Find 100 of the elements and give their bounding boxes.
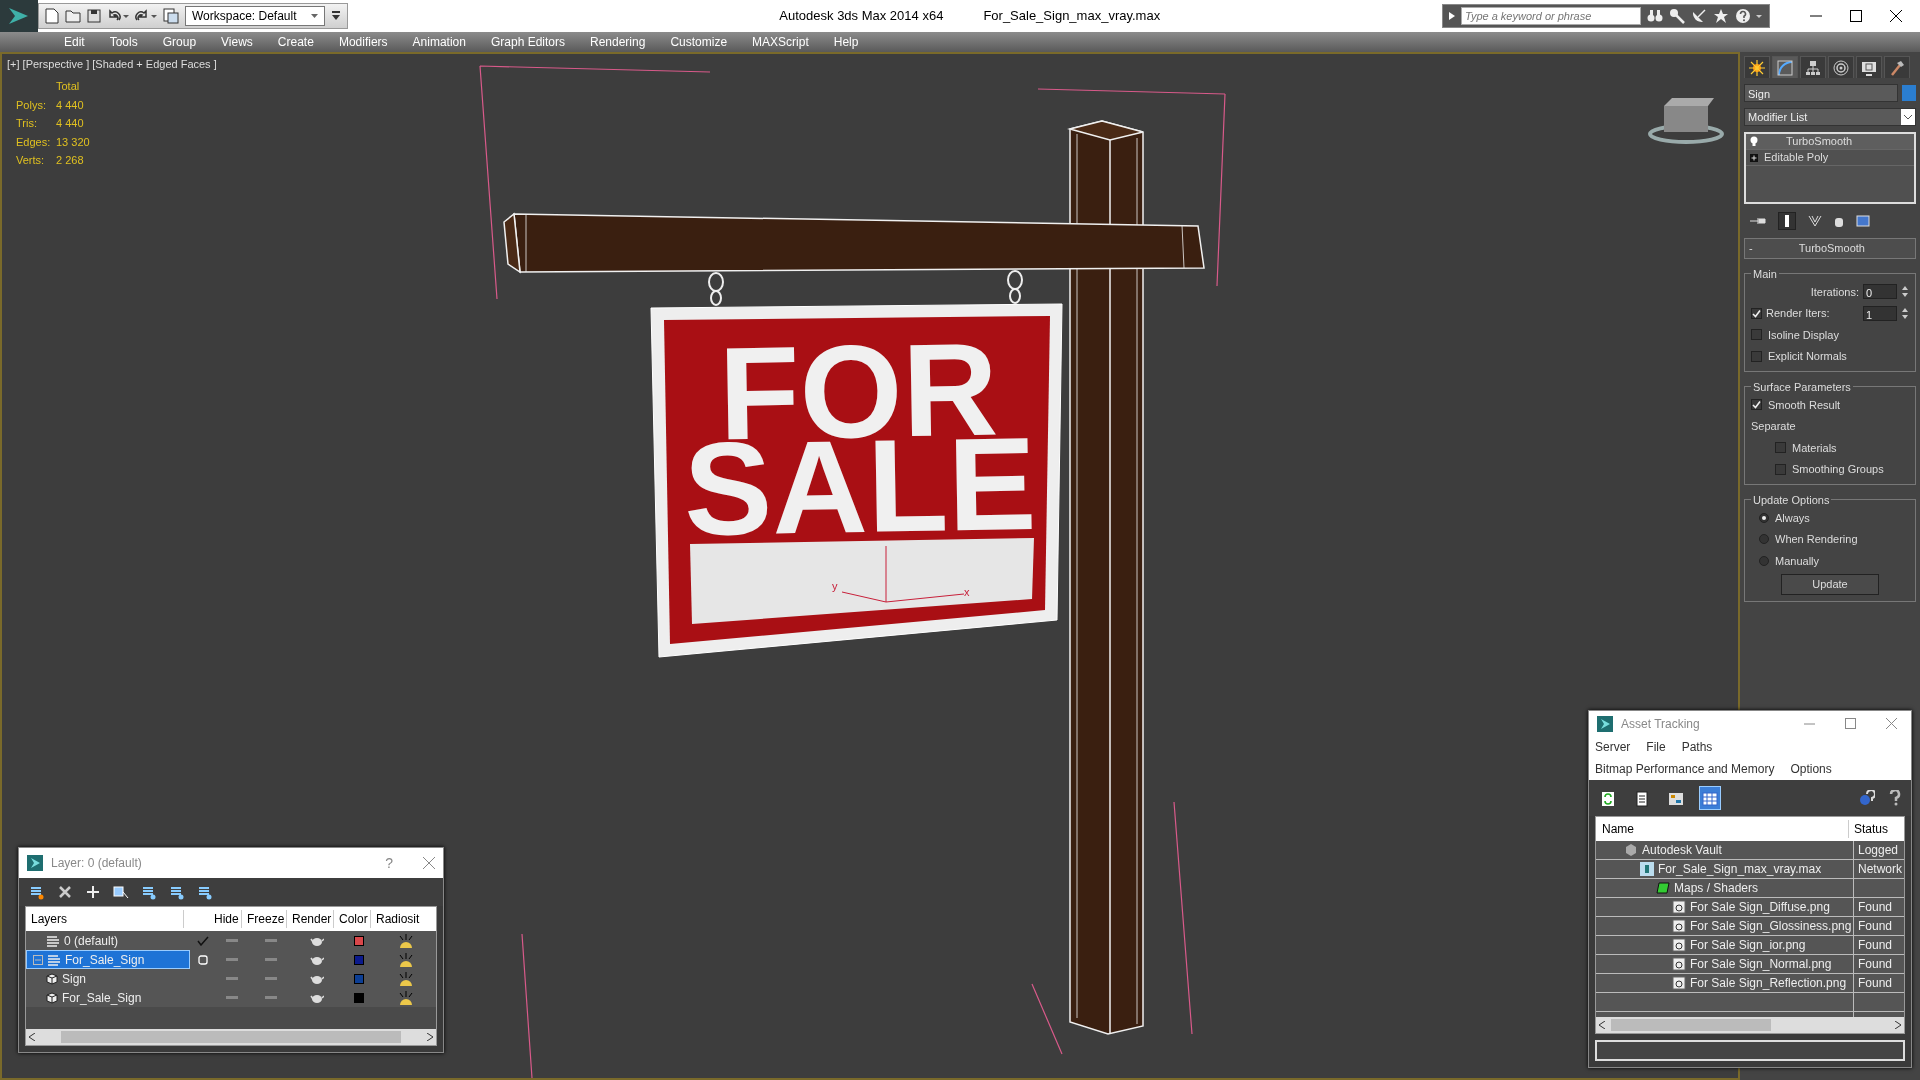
workspace-dropdown[interactable]: Workspace: Default: [185, 6, 325, 26]
checkbox[interactable]: [1751, 350, 1762, 362]
open-folder-icon[interactable]: [65, 9, 81, 23]
binoculars-icon[interactable]: [1647, 9, 1663, 23]
scroll-left-icon[interactable]: [29, 1033, 35, 1041]
app-menu-button[interactable]: [0, 0, 38, 32]
checkbox[interactable]: [1775, 442, 1786, 454]
scroll-right-icon[interactable]: [427, 1033, 433, 1041]
plus-icon[interactable]: [85, 884, 101, 900]
modifier-stack-item[interactable]: TurboSmooth: [1746, 134, 1914, 150]
rollout-header[interactable]: - TurboSmooth: [1744, 238, 1916, 259]
menu-item[interactable]: Views: [209, 33, 266, 51]
help-icon[interactable]: [1887, 790, 1903, 807]
menu-item[interactable]: File: [1646, 738, 1666, 757]
color-swatch[interactable]: [353, 954, 364, 965]
teapot-icon[interactable]: [309, 973, 324, 984]
project-folder-icon[interactable]: [163, 8, 179, 24]
menu-item[interactable]: Server: [1595, 738, 1631, 757]
teapot-icon[interactable]: [309, 954, 324, 965]
radiosity-sun-icon[interactable]: [398, 971, 414, 986]
update-button[interactable]: Update: [1781, 574, 1879, 595]
undo-icon[interactable]: [107, 9, 129, 23]
radio-button[interactable]: [1759, 555, 1769, 566]
help-icon[interactable]: [1735, 8, 1763, 24]
object-color-swatch[interactable]: [1902, 85, 1916, 101]
menu-item[interactable]: Create: [265, 33, 327, 51]
select-layer-icon[interactable]: [141, 884, 157, 900]
scrollbar-thumb[interactable]: [61, 1031, 401, 1043]
menu-item[interactable]: Customize: [658, 33, 741, 51]
radiosity-sun-icon[interactable]: [398, 933, 414, 948]
layer-settings-icon[interactable]: [197, 884, 213, 900]
menu-item[interactable]: Help: [821, 33, 872, 51]
color-swatch[interactable]: [353, 935, 364, 946]
menu-item[interactable]: Edit: [52, 33, 98, 51]
teapot-icon[interactable]: [309, 992, 324, 1003]
menu-item[interactable]: MAXScript: [740, 33, 822, 51]
modifier-list-dropdown[interactable]: Modifier List: [1744, 108, 1916, 126]
star-icon[interactable]: [1713, 8, 1729, 24]
key-icon[interactable]: [1669, 8, 1685, 24]
maximize-icon[interactable]: [1850, 10, 1862, 22]
new-file-icon[interactable]: [45, 8, 59, 24]
cube-icon: [46, 991, 58, 1004]
object-name-field[interactable]: Sign: [1744, 84, 1898, 102]
expand-arrow-icon[interactable]: [1449, 12, 1455, 20]
spinner-field[interactable]: 0: [1863, 284, 1897, 300]
save-icon[interactable]: [87, 9, 101, 23]
menu-item[interactable]: Graph Editors: [478, 33, 578, 51]
checkmark-icon[interactable]: [196, 935, 209, 946]
modifier-stack-item[interactable]: Editable Poly: [1746, 150, 1914, 166]
toolbar-button[interactable]: [1699, 786, 1721, 811]
search-field[interactable]: Type a keyword or phrase: [1461, 7, 1641, 25]
radio-button[interactable]: [1759, 534, 1769, 545]
empty-box-icon[interactable]: [197, 954, 208, 965]
collapse-toggle[interactable]: -: [1749, 240, 1753, 257]
menu-item[interactable]: Modifiers: [326, 33, 401, 51]
menu-item[interactable]: Bitmap Performance and Memory: [1595, 760, 1775, 779]
menu-item[interactable]: Tools: [97, 33, 151, 51]
panel-tab[interactable]: [1856, 56, 1882, 78]
pin-icon[interactable]: [1750, 216, 1766, 226]
remove-modifier-icon[interactable]: [1834, 215, 1844, 227]
fork-icon[interactable]: [1808, 215, 1822, 227]
viewport-label[interactable]: [+] [Perspective ] [Shaded + Edged Faces ]: [7, 56, 217, 73]
checkbox[interactable]: [1751, 399, 1762, 411]
delete-icon[interactable]: [57, 884, 73, 900]
color-swatch[interactable]: [353, 973, 364, 984]
close-icon[interactable]: [1890, 10, 1902, 22]
highlight-layer-icon[interactable]: [169, 884, 185, 900]
satellite-dish-icon[interactable]: [1691, 8, 1707, 24]
new-layer-icon[interactable]: [29, 884, 45, 900]
menu-item[interactable]: Animation: [400, 33, 479, 51]
checkbox[interactable]: [1775, 463, 1786, 475]
menu-item[interactable]: Paths: [1681, 738, 1713, 757]
radiosity-sun-icon[interactable]: [398, 990, 414, 1005]
layer-row[interactable]: For_Sale_Sign: [26, 950, 190, 969]
color-swatch[interactable]: [353, 992, 364, 1003]
scroll-right-icon[interactable]: [1895, 1021, 1901, 1030]
scrollbar-thumb[interactable]: [1611, 1019, 1771, 1032]
radiosity-sun-icon[interactable]: [398, 952, 414, 967]
scroll-left-icon[interactable]: [1599, 1021, 1605, 1030]
help-globe-icon[interactable]: [1859, 790, 1875, 807]
spinner-label: Iterations:: [1809, 284, 1859, 300]
show-end-result-icon[interactable]: [1778, 212, 1796, 230]
menu-item[interactable]: Rendering: [578, 33, 659, 51]
status-field[interactable]: [1595, 1040, 1905, 1061]
redo-icon[interactable]: [135, 9, 157, 23]
radio-button[interactable]: [1759, 512, 1769, 523]
menu-item[interactable]: Options: [1790, 760, 1832, 779]
teapot-icon[interactable]: [309, 935, 324, 946]
asset-name: For_Sale_Sign_max_vray.max: [1658, 861, 1822, 879]
panel-tab[interactable]: [1828, 56, 1854, 78]
menu-item[interactable]: Group: [150, 33, 210, 51]
checkbox[interactable]: [1751, 329, 1762, 341]
checkbox[interactable]: [1751, 307, 1762, 319]
select-cube-icon[interactable]: [113, 884, 129, 900]
configure-sets-icon[interactable]: [1856, 215, 1870, 227]
spinner-field[interactable]: 1: [1863, 305, 1897, 321]
panel-tab[interactable]: [1884, 56, 1910, 78]
panel-tab[interactable]: [1744, 56, 1770, 78]
help-button[interactable]: ?: [363, 852, 415, 874]
panel-tab[interactable]: [1800, 56, 1826, 78]
